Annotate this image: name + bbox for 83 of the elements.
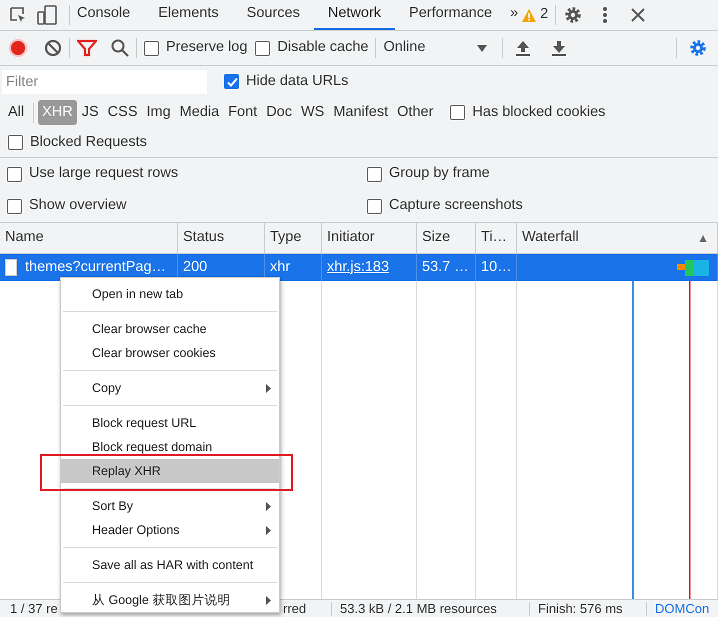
caret-icon — [477, 44, 488, 52]
type-filter[interactable]: WS — [296, 100, 328, 126]
type-filter[interactable]: Font — [224, 100, 262, 126]
filter-field[interactable]: Filter — [2, 70, 207, 94]
throttling-dropdown[interactable]: Online — [383, 37, 496, 59]
column-header[interactable]: Name — [0, 223, 178, 254]
type-filter[interactable]: CSS — [104, 100, 142, 126]
type-filter[interactable]: Doc — [262, 100, 296, 126]
checkbox-label: Use large request rows — [29, 164, 178, 184]
has-blocked-cookies-checkbox[interactable] — [450, 105, 466, 120]
menu-item[interactable]: Block request URL — [61, 411, 279, 435]
upload-icon[interactable] — [516, 40, 530, 56]
type-filter[interactable]: Media — [176, 100, 224, 126]
network-settings-icon[interactable] — [688, 38, 708, 58]
checkbox-label: Has blocked cookies — [472, 102, 606, 122]
menu-item[interactable]: 从 Google 获取图片说明 — [61, 588, 279, 612]
checkbox-label: Hide data URLs — [246, 72, 348, 91]
type-filter[interactable]: All — [4, 100, 28, 126]
record-icon[interactable] — [8, 38, 28, 58]
clear-icon[interactable] — [44, 39, 62, 57]
sort-indicator[interactable]: ▲ — [697, 229, 709, 247]
option-checkbox[interactable] — [7, 166, 22, 182]
more-tabs-button[interactable]: » — [506, 0, 522, 30]
type-filter[interactable]: JS — [78, 100, 103, 126]
option-checkbox[interactable] — [7, 198, 22, 214]
hide-data-urls-checkbox[interactable] — [224, 74, 239, 89]
disable-cache-checkbox[interactable] — [255, 40, 270, 56]
devtools-tab[interactable]: Sources — [232, 0, 314, 30]
blocked-requests-checkbox[interactable] — [8, 135, 23, 150]
more-options-icon[interactable] — [603, 6, 608, 24]
column-header[interactable]: Size — [417, 223, 476, 254]
devtools-tab[interactable]: Console — [77, 0, 144, 30]
menu-item[interactable]: Save all as HAR with content — [61, 553, 279, 577]
menu-item[interactable]: Copy — [61, 376, 279, 400]
menu-item[interactable]: Clear browser cache — [61, 317, 279, 341]
type-filter[interactable]: Other — [393, 100, 438, 126]
checkbox-label: Preserve log — [166, 38, 248, 58]
warnings-button[interactable]: 2 — [522, 4, 548, 26]
table-cell-text: xhr — [270, 258, 290, 277]
throttling-value: Online — [383, 38, 426, 58]
checkbox-label: Show overview — [29, 196, 127, 216]
checkbox-label: Disable cache — [277, 38, 368, 58]
status-text: 53.3 kB / 2.1 MB resources — [340, 600, 497, 617]
type-filter[interactable]: Img — [142, 100, 175, 126]
close-icon[interactable] — [631, 8, 646, 22]
menu-item[interactable]: Replay XHR — [61, 459, 279, 483]
status-text: rred — [283, 600, 306, 617]
table-cell-text: themes?currentPag… — [25, 258, 166, 277]
column-header[interactable]: Ti… — [476, 223, 517, 254]
option-checkbox[interactable] — [367, 198, 382, 214]
status-text: Finish: 576 ms — [538, 600, 623, 617]
type-filter[interactable]: Manifest — [329, 100, 392, 126]
column-title: Waterfall — [522, 228, 579, 248]
menu-item[interactable]: Open in new tab — [61, 282, 279, 306]
checkbox-label: Blocked Requests — [30, 132, 147, 152]
table-cell-text: 53.7 … — [422, 258, 469, 277]
column-header[interactable]: Initiator — [322, 223, 417, 254]
column-header[interactable]: Status — [178, 223, 265, 254]
menu-item[interactable]: Block request domain — [61, 435, 279, 459]
settings-icon[interactable] — [563, 5, 584, 25]
column-header[interactable]: Waterfall ▲ — [517, 223, 718, 254]
warning-count: 2 — [540, 5, 548, 24]
search-icon[interactable] — [111, 39, 129, 57]
warning-icon — [522, 8, 536, 22]
checkbox-label: Group by frame — [389, 164, 490, 184]
menu-item[interactable]: Clear browser cookies — [61, 341, 279, 365]
file-icon — [5, 259, 17, 276]
devtools-tab[interactable]: Elements — [144, 0, 233, 30]
column-header[interactable]: Type — [265, 223, 322, 254]
option-checkbox[interactable] — [367, 166, 382, 182]
download-icon[interactable] — [552, 40, 566, 56]
device-icon[interactable] — [36, 4, 58, 26]
preserve-log-checkbox[interactable] — [144, 40, 159, 56]
table-cell-text: 10… — [481, 258, 512, 277]
waterfall-bar-drawing — [677, 260, 709, 276]
checkbox-label: Capture screenshots — [389, 196, 523, 216]
menu-item[interactable]: Header Options — [61, 518, 279, 542]
filter-icon[interactable] — [77, 39, 97, 57]
devtools-tab[interactable]: Performance — [395, 0, 506, 30]
status-text: 1 / 37 re — [10, 600, 58, 617]
table-cell-text: 200 — [183, 258, 208, 277]
menu-item[interactable]: Sort By — [61, 494, 279, 518]
status-link[interactable]: DOMCon — [655, 600, 710, 617]
